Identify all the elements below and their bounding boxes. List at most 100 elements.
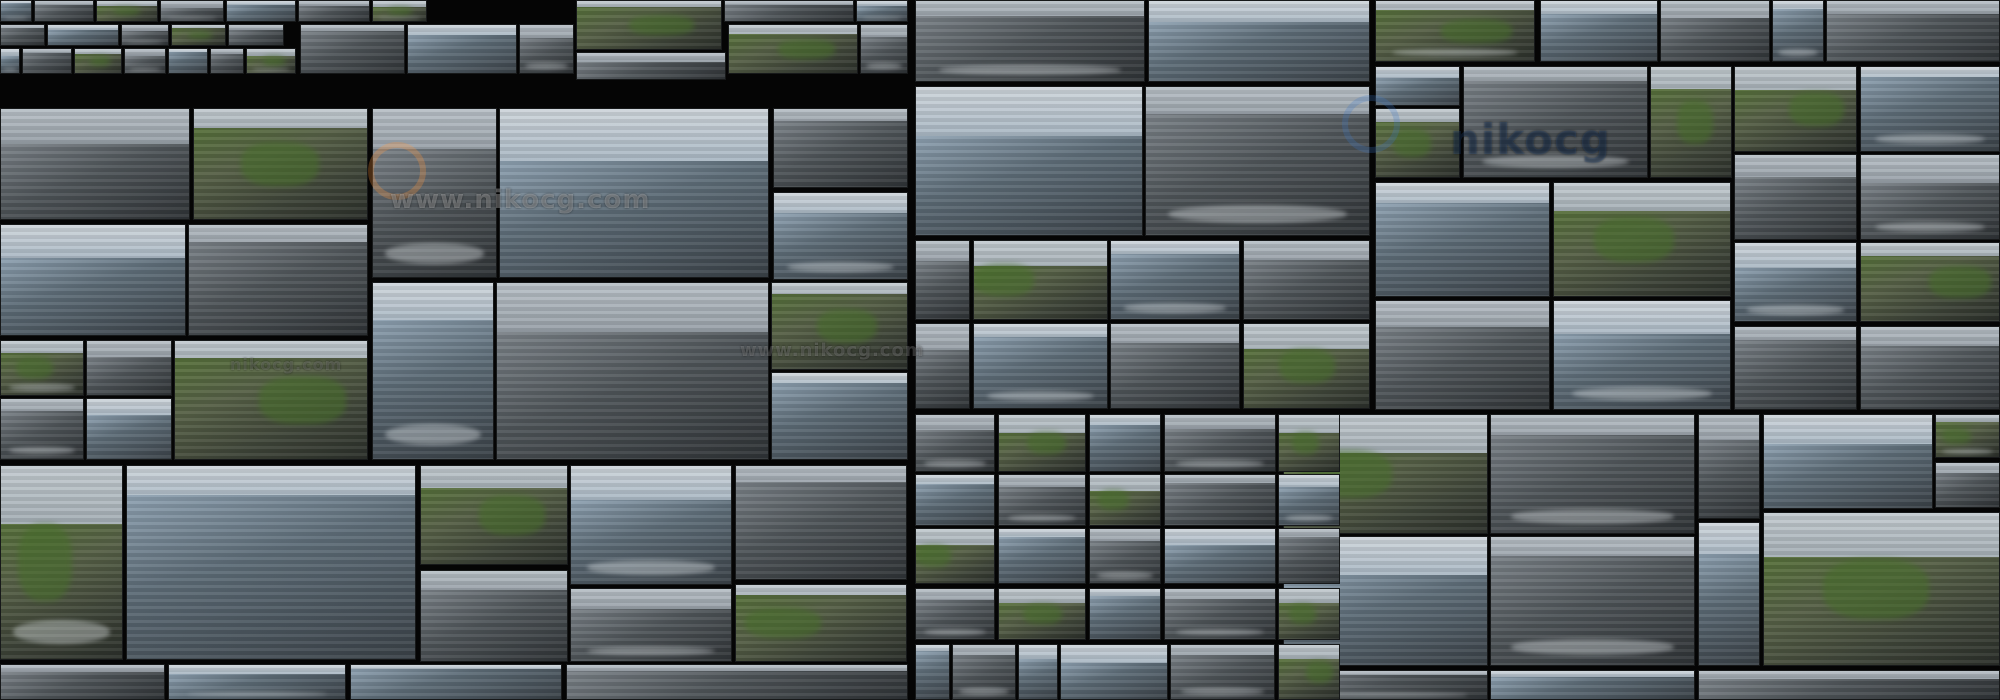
tile-rock-strata — [736, 466, 906, 579]
collage-photo-tile — [168, 48, 208, 74]
collage-photo-tile — [350, 664, 562, 700]
tile-rock-strata — [1019, 645, 1057, 699]
collage-photo-tile — [1018, 644, 1058, 700]
watermark-text: www.nikocg.com — [390, 185, 651, 215]
tile-vegetation — [15, 357, 53, 379]
collage-photo-tile — [1164, 414, 1276, 472]
tile-rock-strata — [351, 665, 561, 699]
collage-photo-tile — [1772, 0, 1824, 62]
tile-rock-strata — [87, 341, 171, 395]
collage-photo-tile — [1826, 0, 2000, 62]
collage-photo-tile — [1490, 670, 1695, 700]
collage-photo-tile — [1734, 242, 1857, 322]
collage-photo-tile — [1553, 300, 1731, 410]
tile-rock-strata — [421, 571, 567, 661]
tile-vegetation — [1789, 92, 1844, 126]
tile-sea-foam — [1181, 688, 1264, 695]
collage-photo-tile — [1148, 0, 1370, 82]
collage-photo-tile — [856, 0, 908, 22]
tile-vegetation — [1023, 604, 1062, 624]
tile-rock-strata — [1090, 589, 1160, 639]
collage-photo-tile — [228, 24, 284, 46]
tile-rock-strata — [916, 475, 994, 525]
collage-photo-tile — [915, 588, 995, 640]
collage-photo-tile — [1278, 414, 1340, 472]
tile-rock-strata — [916, 241, 969, 319]
collage-photo-tile — [171, 24, 226, 46]
collage-photo-tile — [771, 372, 908, 460]
collage-photo-tile — [420, 465, 568, 565]
tile-rock-strata — [48, 25, 118, 45]
collage-photo-tile — [1540, 0, 1658, 62]
tile-rock-strata — [1735, 327, 1856, 409]
tile-vegetation — [1306, 661, 1333, 683]
collage-photo-tile — [973, 323, 1108, 409]
collage-photo-tile — [1243, 240, 1370, 320]
collage-photo-tile — [1860, 66, 2000, 152]
tile-sea-foam — [385, 423, 481, 445]
tile-rock-strata — [1, 665, 164, 699]
tile-rock-strata — [1735, 155, 1856, 239]
collage-photo-tile — [1935, 462, 2000, 508]
tile-vegetation — [1822, 558, 1929, 620]
tile-vegetation — [1292, 431, 1320, 455]
collage-photo-tile — [1660, 0, 1770, 62]
tile-sea-foam — [13, 620, 110, 644]
photo-collage: www.nikocg.com www.nikocg.com nikocg nik… — [0, 0, 2000, 700]
collage-photo-tile — [372, 0, 427, 22]
tile-rock-strata — [301, 25, 404, 73]
collage-photo-tile — [1763, 512, 2000, 666]
collage-photo-tile — [1698, 522, 1760, 666]
tile-rock-strata — [1244, 241, 1369, 319]
tile-vegetation — [479, 495, 546, 535]
collage-photo-tile — [1375, 0, 1535, 62]
tile-vegetation — [974, 264, 1034, 296]
collage-photo-tile — [0, 398, 84, 460]
tile-vegetation — [1393, 129, 1431, 157]
tile-rock-strata — [999, 529, 1085, 583]
tile-rock-strata — [774, 109, 907, 187]
collage-photo-tile — [735, 584, 907, 662]
tile-vegetation — [259, 376, 346, 424]
tile-sea-foam — [1007, 515, 1077, 521]
tile-rock-strata — [1827, 1, 1999, 61]
tile-sea-foam — [385, 243, 484, 264]
collage-photo-tile — [121, 24, 169, 46]
collage-photo-tile — [0, 48, 20, 74]
collage-photo-tile — [915, 414, 995, 472]
tile-rock-strata — [1, 25, 44, 45]
collage-photo-tile — [0, 224, 186, 336]
tile-rock-strata — [299, 1, 369, 21]
tile-rock-strata — [1491, 671, 1694, 699]
tile-vegetation — [1676, 100, 1713, 144]
tile-rock-strata — [211, 49, 243, 73]
collage-photo-tile — [566, 664, 908, 700]
collage-photo-tile — [1110, 240, 1240, 320]
collage-photo-tile — [1164, 474, 1276, 526]
tile-vegetation — [112, 7, 140, 15]
tile-vegetation — [916, 545, 952, 567]
tile-sea-foam — [1511, 509, 1674, 524]
tile-rock-strata — [227, 1, 295, 21]
collage-photo-tile — [1650, 66, 1732, 178]
collage-photo-tile — [1490, 414, 1695, 534]
tile-rock-strata — [189, 225, 367, 335]
collage-photo-tile — [1935, 414, 2000, 458]
tile-vegetation — [1928, 266, 1991, 298]
tile-rock-strata — [1, 225, 185, 335]
collage-photo-tile — [1490, 536, 1695, 666]
tile-rock-strata — [23, 49, 71, 73]
collage-photo-tile — [0, 0, 32, 22]
tile-rock-strata — [1279, 529, 1339, 583]
collage-photo-tile — [570, 588, 732, 662]
tile-rock-strata — [1111, 324, 1239, 408]
tile-vegetation — [263, 56, 285, 66]
collage-photo-tile — [372, 282, 494, 460]
tile-rock-strata — [1090, 415, 1160, 471]
collage-photo-tile — [1089, 528, 1161, 584]
tile-rock-strata — [1661, 1, 1769, 61]
collage-photo-tile — [998, 474, 1086, 526]
collage-photo-tile — [1860, 154, 2000, 240]
tile-vegetation — [816, 308, 878, 344]
collage-photo-tile — [1375, 300, 1550, 410]
